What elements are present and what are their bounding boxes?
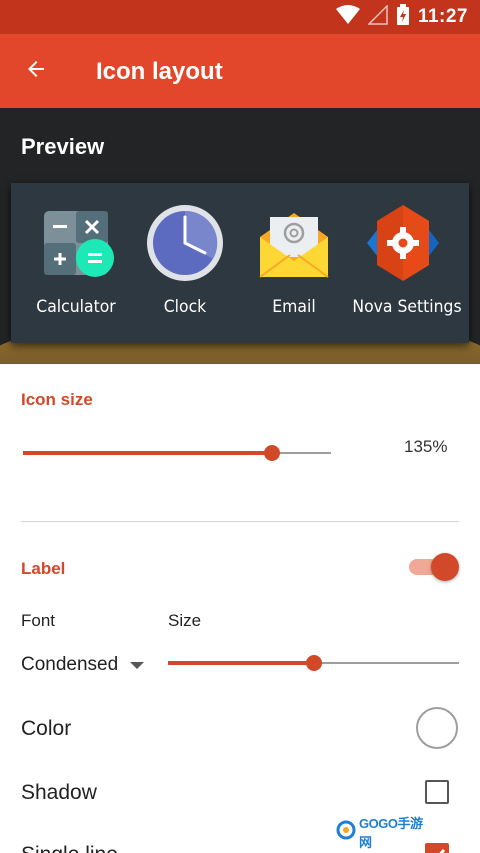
preview-title: Preview xyxy=(21,134,105,159)
slider-thumb[interactable] xyxy=(305,655,322,671)
label-toggle[interactable] xyxy=(409,553,459,581)
watermark-logo-icon xyxy=(336,820,356,845)
preview-app-email: Email xyxy=(239,203,349,333)
shadow-row-label: Shadow xyxy=(21,781,97,804)
single-line-row-label: Single line xyxy=(21,843,118,853)
app-label: Email xyxy=(272,297,316,317)
watermark-text: GOGO手游网 xyxy=(359,816,423,850)
font-dropdown[interactable]: Condensed xyxy=(21,653,145,677)
back-button[interactable] xyxy=(18,53,54,89)
icon-size-heading: Icon size xyxy=(21,390,93,409)
preview-panel: Preview Calculator Clock Email Nova Sett… xyxy=(0,108,480,364)
email-icon xyxy=(254,203,334,283)
icon-size-slider[interactable] xyxy=(23,443,331,463)
app-label: Nova Settings xyxy=(352,297,462,317)
slider-thumb[interactable] xyxy=(264,445,281,461)
app-bar: Icon layout xyxy=(0,34,480,108)
preview-dock: Calculator Clock Email Nova Settings xyxy=(11,183,469,343)
app-label: Calculator xyxy=(36,297,116,317)
icon-size-value: 135% xyxy=(404,437,448,456)
shadow-checkbox[interactable] xyxy=(425,780,449,804)
preview-app-clock: Clock xyxy=(130,203,240,333)
label-heading: Label xyxy=(21,559,66,578)
slider-fill xyxy=(23,451,273,455)
slider-fill xyxy=(168,661,314,665)
dropdown-caret-icon xyxy=(130,661,145,669)
status-bar: 11:27 xyxy=(0,0,480,34)
battery-charging-icon xyxy=(396,3,410,31)
nova-settings-icon xyxy=(363,203,443,283)
arrow-back-icon xyxy=(24,57,48,86)
status-icons: 11:27 xyxy=(335,3,468,31)
color-picker-swatch[interactable] xyxy=(416,707,458,749)
toggle-thumb xyxy=(431,553,459,581)
label-size-slider[interactable] xyxy=(168,653,459,673)
divider xyxy=(21,521,459,522)
app-label: Clock xyxy=(163,297,207,317)
color-row-label: Color xyxy=(21,717,72,740)
clock-icon xyxy=(145,203,225,283)
watermark: GOGO手游网 xyxy=(336,816,432,850)
status-time: 11:27 xyxy=(417,6,468,27)
size-label: Size xyxy=(168,611,202,630)
wifi-icon xyxy=(335,4,360,30)
preview-app-calculator: Calculator xyxy=(21,203,131,333)
font-label: Font xyxy=(21,611,56,630)
preview-app-nova-settings: Nova Settings xyxy=(348,203,462,333)
calculator-icon xyxy=(36,203,116,283)
cell-signal-icon xyxy=(367,3,388,30)
font-dropdown-value: Condensed xyxy=(21,654,119,675)
page-title: Icon layout xyxy=(96,58,223,85)
